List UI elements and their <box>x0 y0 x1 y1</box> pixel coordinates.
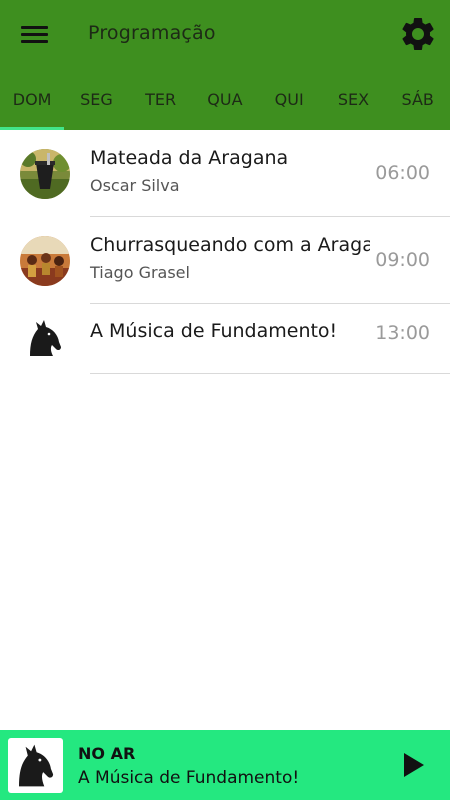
now-playing-bar[interactable]: NO AR A Música de Fundamento! <box>0 730 450 800</box>
day-tabs: DOM SEG TER QUA QUI SEX SÁB <box>0 86 450 130</box>
hamburger-menu-icon[interactable] <box>18 20 52 50</box>
app-bar: Programação DOM SEG TER QUA QUI SEX SÁB <box>0 0 450 130</box>
program-time: 09:00 <box>375 249 430 271</box>
program-title: Mateada da Aragana <box>90 147 289 169</box>
tab-seg[interactable]: SEG <box>64 86 128 130</box>
schedule-item[interactable]: Mateada da Aragana Oscar Silva 06:00 <box>0 130 450 217</box>
schedule-item[interactable]: A Música de Fundamento! 13:00 <box>0 304 450 374</box>
tab-sex[interactable]: SEX <box>321 86 385 130</box>
program-host: Tiago Grasel <box>90 263 190 282</box>
program-time: 06:00 <box>375 162 430 184</box>
tab-sab[interactable]: SÁB <box>386 86 450 130</box>
horse-logo-icon <box>8 738 63 793</box>
program-avatar-image <box>20 236 70 286</box>
tab-ter[interactable]: TER <box>129 86 193 130</box>
tab-dom[interactable]: DOM <box>0 86 65 130</box>
program-title: Churrasqueando com a Aragana <box>90 234 370 256</box>
horse-logo-icon <box>20 314 70 364</box>
play-icon[interactable] <box>396 748 430 782</box>
program-avatar-image <box>20 149 70 199</box>
program-title: A Música de Fundamento! <box>90 320 338 342</box>
page-title: Programação <box>88 22 216 44</box>
tab-qua[interactable]: QUA <box>193 86 257 130</box>
schedule-item[interactable]: Churrasqueando com a Aragana Tiago Grase… <box>0 217 450 304</box>
schedule-list: Mateada da Aragana Oscar Silva 06:00 Chu… <box>0 130 450 374</box>
program-host: Oscar Silva <box>90 176 180 195</box>
tab-qui[interactable]: QUI <box>257 86 321 130</box>
program-time: 13:00 <box>375 322 430 344</box>
now-playing-title: A Música de Fundamento! <box>78 768 300 788</box>
live-status-label: NO AR <box>78 744 136 763</box>
divider <box>90 373 450 374</box>
gear-icon[interactable] <box>398 14 438 54</box>
